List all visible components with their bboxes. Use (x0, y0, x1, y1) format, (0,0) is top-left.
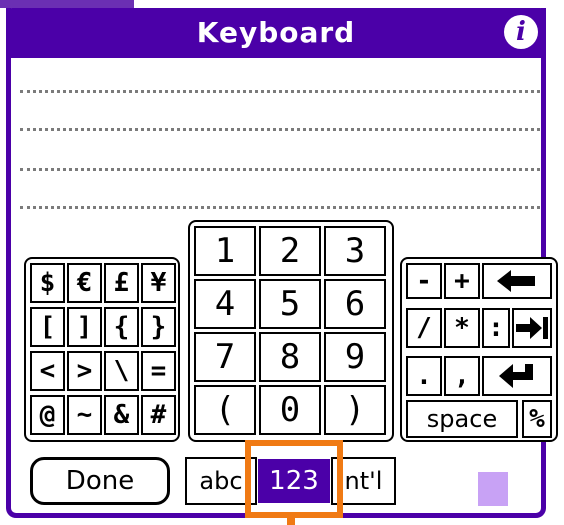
slash-key[interactable]: / (406, 308, 442, 348)
text-line (20, 90, 540, 93)
tab-icon (516, 317, 548, 339)
number-key[interactable]: 8 (259, 332, 321, 382)
return-icon (499, 364, 533, 388)
number-key[interactable]: 1 (194, 226, 256, 276)
symbol-key[interactable]: ] (67, 307, 102, 347)
number-key[interactable]: 4 (194, 279, 256, 329)
symbol-key[interactable]: ¥ (141, 263, 176, 303)
info-icon[interactable]: i (504, 15, 538, 49)
symbol-key[interactable]: \ (104, 351, 139, 391)
symbol-key[interactable]: & (104, 395, 139, 435)
text-line (20, 168, 540, 171)
percent-key[interactable]: % (522, 400, 552, 438)
text-line (20, 128, 540, 131)
symbol-key[interactable]: € (67, 263, 102, 303)
mode-123-button[interactable]: 123 (258, 459, 330, 503)
symbol-key[interactable]: } (141, 307, 176, 347)
number-key[interactable]: 6 (324, 279, 386, 329)
symbol-key[interactable]: { (104, 307, 139, 347)
backspace-key[interactable] (482, 263, 552, 299)
symbol-key[interactable]: £ (104, 263, 139, 303)
top-tab (0, 0, 134, 8)
color-swatch (478, 472, 508, 506)
comma-key[interactable]: , (444, 356, 480, 396)
minus-key[interactable]: - (406, 263, 442, 299)
symbol-key[interactable]: < (30, 351, 65, 391)
number-key[interactable]: 0 (259, 385, 321, 435)
text-line (20, 206, 540, 209)
number-key[interactable]: ) (324, 385, 386, 435)
colon-key[interactable]: : (482, 308, 510, 348)
backspace-icon (497, 270, 535, 292)
period-key[interactable]: . (406, 356, 442, 396)
symbol-key[interactable]: ~ (67, 395, 102, 435)
title-bar: Keyboard i (6, 8, 546, 58)
done-button[interactable]: Done (30, 457, 170, 505)
symbol-key[interactable]: @ (30, 395, 65, 435)
tab-key[interactable] (512, 308, 552, 348)
plus-key[interactable]: + (444, 263, 480, 299)
number-key[interactable]: 5 (259, 279, 321, 329)
mode-intl-button[interactable]: nt'l (331, 457, 396, 505)
space-key[interactable]: space (406, 400, 518, 438)
symbol-key[interactable]: # (141, 395, 176, 435)
number-key[interactable]: 3 (324, 226, 386, 276)
number-key[interactable]: 7 (194, 332, 256, 382)
window-title: Keyboard (196, 16, 356, 49)
symbol-key[interactable]: > (67, 351, 102, 391)
asterisk-key[interactable]: * (444, 308, 480, 348)
symbol-key[interactable]: [ (30, 307, 65, 347)
symbol-key[interactable]: = (141, 351, 176, 391)
number-key[interactable]: 9 (324, 332, 386, 382)
number-key[interactable]: ( (194, 385, 256, 435)
mode-abc-button[interactable]: abc (185, 457, 257, 505)
number-key[interactable]: 2 (259, 226, 321, 276)
highlight-pointer (287, 518, 295, 525)
symbol-key[interactable]: $ (30, 263, 65, 303)
return-key[interactable] (482, 356, 552, 396)
